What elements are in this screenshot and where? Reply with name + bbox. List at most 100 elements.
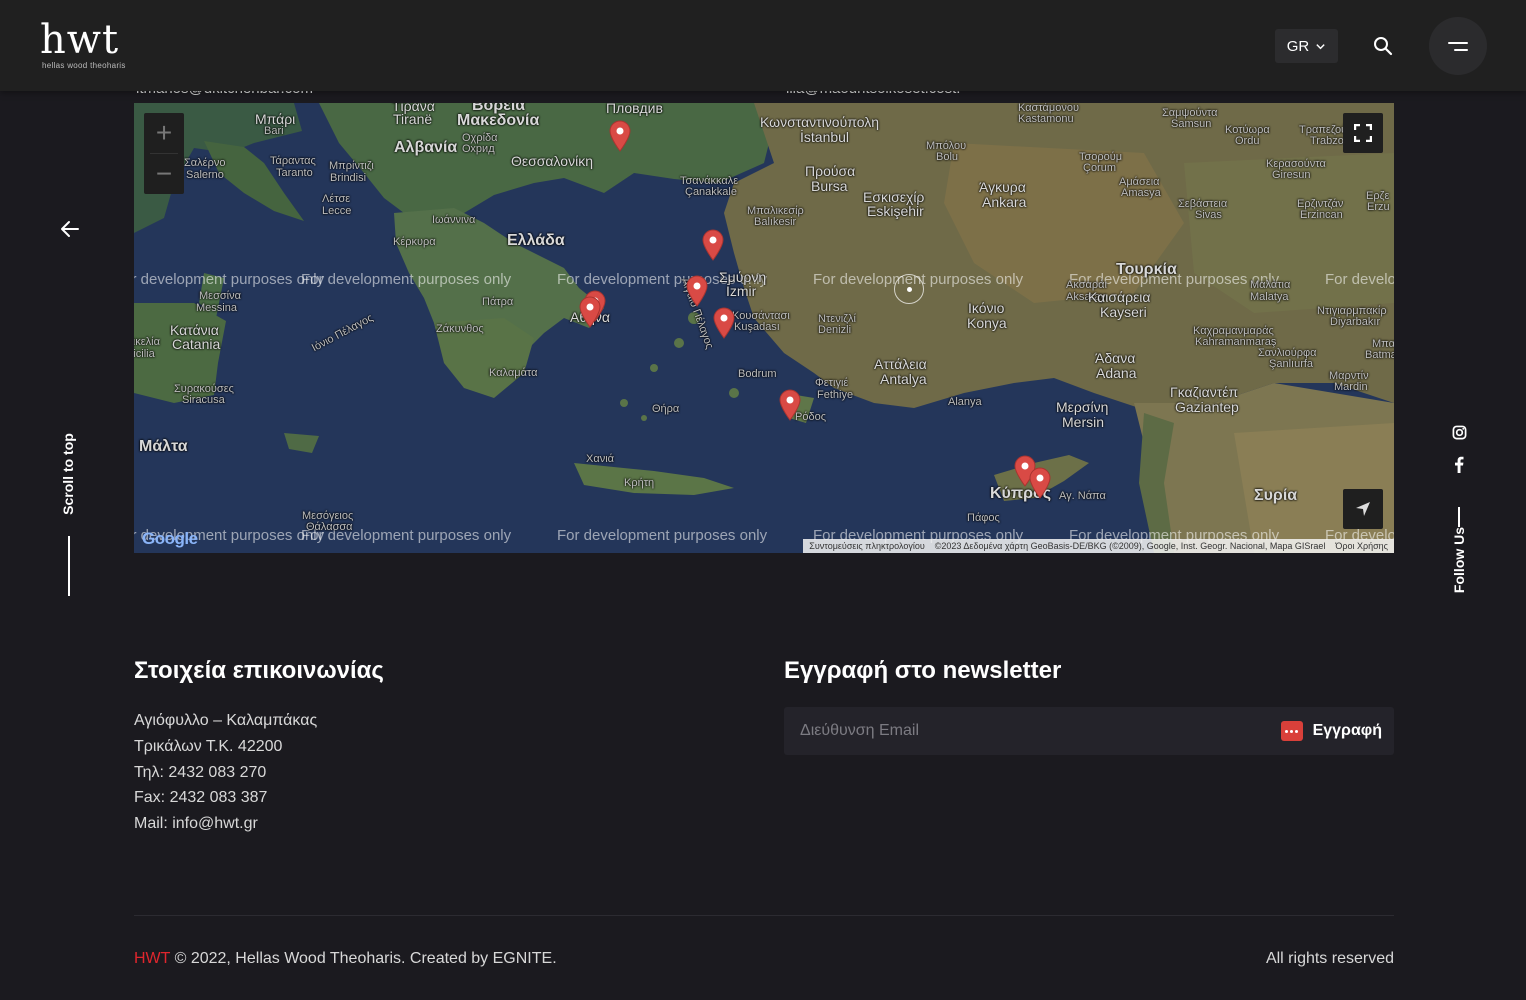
map-label: Catania xyxy=(172,336,221,352)
map-label: Bolu xyxy=(936,151,959,163)
subscribe-button[interactable]: Εγγραφή xyxy=(1280,719,1382,743)
map-label: Çanakkale xyxy=(685,186,737,198)
map-pin[interactable] xyxy=(686,275,708,307)
map-label: Konya xyxy=(967,315,1007,331)
map-label: Пловдив xyxy=(606,103,663,116)
my-location-button[interactable] xyxy=(1343,489,1383,529)
search-icon xyxy=(1374,37,1393,56)
menu-button[interactable] xyxy=(1429,17,1487,75)
facebook-icon xyxy=(1455,456,1464,473)
map-label: Τάραντας xyxy=(270,155,316,167)
minus-icon: − xyxy=(155,158,173,189)
site-logo[interactable]: hwt hellas wood theoharis xyxy=(40,20,170,72)
plus-icon: + xyxy=(155,117,173,148)
fullscreen-button[interactable] xyxy=(1343,113,1383,153)
map-label: Πάφος xyxy=(967,512,1000,524)
map-label: Ζάκυνθος xyxy=(436,323,484,335)
map-data-credit: ©2023 Δεδομένα χάρτη GeoBasis-DE/BKG (©2… xyxy=(934,541,1326,551)
map-label: Gaziantep xyxy=(1175,399,1239,415)
footer-divider xyxy=(134,915,1394,916)
map-label: Άγκυρα xyxy=(979,179,1026,195)
keyboard-shortcuts-link[interactable]: Συντομεύσεις πληκτρολογίου xyxy=(809,541,924,551)
hamburger-icon xyxy=(1448,41,1468,44)
map-label: Malatya xyxy=(1250,291,1289,303)
zoom-out-button[interactable]: − xyxy=(144,154,184,194)
map-center-indicator xyxy=(894,274,924,304)
language-label: GR xyxy=(1286,37,1310,55)
zoom-in-button[interactable]: + xyxy=(144,113,184,153)
more-dots-icon xyxy=(1280,721,1303,741)
language-selector[interactable]: GR xyxy=(1275,29,1338,63)
map-label: Samsun xyxy=(1171,118,1212,130)
email-input[interactable] xyxy=(784,707,1244,755)
map-label: Eskişehir xyxy=(867,203,924,219)
phone-line[interactable]: Τηλ: 2432 083 270 xyxy=(134,760,534,786)
map-label: Ικόνιο xyxy=(968,300,1005,316)
map-label: Erzincan xyxy=(1300,209,1343,221)
map-label: Πάτρα xyxy=(482,296,514,308)
map-pin[interactable] xyxy=(713,307,735,339)
back-button[interactable] xyxy=(58,217,82,241)
google-logo-text: Google xyxy=(142,529,198,548)
map-label: Μαλάτια xyxy=(1250,279,1291,291)
subscribe-label: Εγγραφή xyxy=(1312,722,1382,739)
logo-text: hwt xyxy=(40,17,120,63)
map-label: Brindisi xyxy=(330,172,367,184)
map-label: Ελλάδα xyxy=(507,232,565,249)
map-label: Kuşadası xyxy=(734,321,780,333)
newsletter-title: Εγγραφή στο newsletter xyxy=(784,657,1062,684)
map-label: Diyarbakır xyxy=(1330,316,1381,328)
map-label: İstanbul xyxy=(800,129,850,145)
map-label: Giresun xyxy=(1272,169,1311,181)
map-label: Κωνσταντινούπολη xyxy=(760,114,880,130)
map-label: Balıkesir xyxy=(754,216,797,228)
map-pin[interactable] xyxy=(1029,467,1051,499)
search-button[interactable] xyxy=(1369,32,1397,60)
map-pin[interactable] xyxy=(579,296,601,328)
address-line-2: Τρικάλων Τ.Κ. 42200 xyxy=(134,737,283,755)
scroll-to-top[interactable]: Scroll to top xyxy=(59,430,79,600)
google-logo[interactable]: Google xyxy=(142,529,198,549)
social-links: Follow Us xyxy=(1444,420,1474,605)
locations-map[interactable]: For development purposes only For develo… xyxy=(134,103,1394,553)
map-label: Λέτσε xyxy=(322,193,351,205)
map-pin[interactable] xyxy=(609,120,631,152)
map-label: Σαλέρνο xyxy=(184,157,226,169)
mail-line[interactable]: Mail: info@hwt.gr xyxy=(134,811,534,837)
map-label: Χανιά xyxy=(586,453,614,465)
map-label: Batma xyxy=(1365,349,1394,361)
map-label: Bodrum xyxy=(738,368,777,380)
map-label: Adana xyxy=(1096,365,1137,381)
contact-details: Αγιόφυλλο – Καλαμπάκας Τρικάλων Τ.Κ. 422… xyxy=(134,708,534,837)
brand-link[interactable]: HWT xyxy=(134,950,170,967)
site-header: hwt hellas wood theoharis GR xyxy=(0,0,1526,91)
map-label: Şanlıurfa xyxy=(1269,358,1314,370)
map-attribution: Συντομεύσεις πληκτρολογίου ©2023 Δεδομέν… xyxy=(803,539,1394,553)
map-label: Καλαμάτα xyxy=(489,367,538,379)
map-label: Σικελία xyxy=(134,336,160,348)
map-label: Φετιγιέ xyxy=(815,377,849,389)
map-label: Κρήτη xyxy=(624,477,655,489)
map-pin[interactable] xyxy=(779,389,801,421)
map-label: Erzu xyxy=(1367,201,1390,213)
map-label: Lecce xyxy=(322,205,352,217)
map-label: Μερσίνη xyxy=(1056,399,1109,415)
scroll-to-top-label: Scroll to top xyxy=(60,433,76,515)
facebook-link[interactable] xyxy=(1450,455,1468,473)
map-label: Bursa xyxy=(811,178,848,194)
instagram-link[interactable] xyxy=(1450,423,1468,441)
map-label: Çorum xyxy=(1083,162,1117,174)
map-label: Συρία xyxy=(1254,487,1298,504)
address-line-1: Αγιόφυλλο – Καλαμπάκας xyxy=(134,712,318,729)
map-label: Amasya xyxy=(1121,187,1161,199)
map-pin[interactable] xyxy=(702,229,724,261)
contact-title: Στοιχεία επικοινωνίας xyxy=(134,657,384,684)
newsletter-form: Εγγραφή xyxy=(784,707,1394,755)
map-watermark: For development purposes only xyxy=(301,271,512,288)
map-label: Sivas xyxy=(1195,209,1222,221)
terms-link[interactable]: Όροι Χρήσης xyxy=(1335,541,1388,551)
map-label: Fethiye xyxy=(817,389,854,401)
arrow-left-icon xyxy=(61,221,79,237)
map-label: Taranto xyxy=(276,167,313,179)
instagram-icon xyxy=(1452,425,1466,439)
